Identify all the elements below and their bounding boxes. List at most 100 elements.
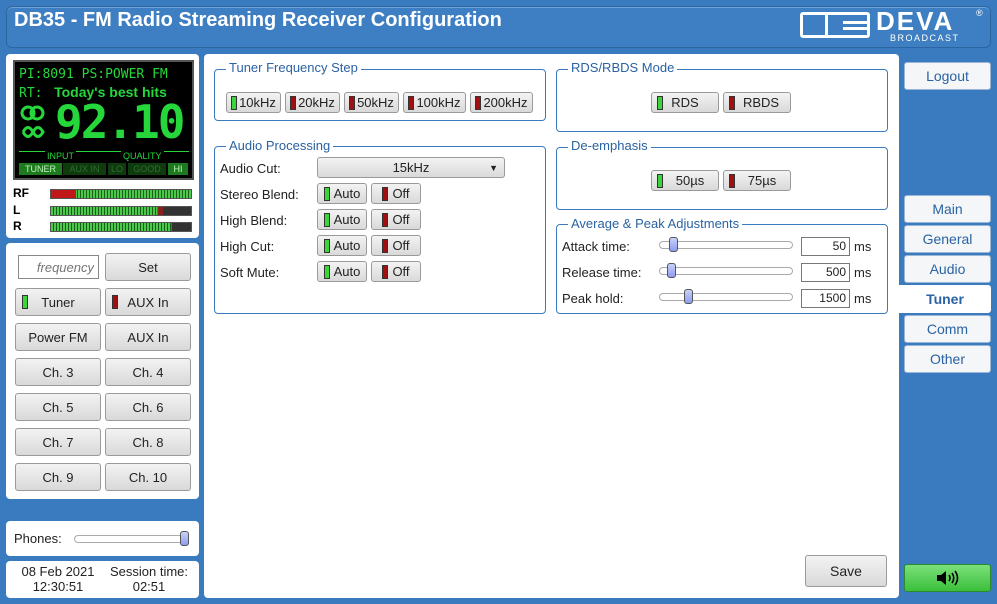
step-200khz-button[interactable]: 200kHz	[470, 92, 533, 113]
deemph-75us-button[interactable]: 75µs	[723, 170, 791, 191]
step-label: 20kHz	[298, 95, 335, 110]
logo-subtext: BROADCAST	[890, 33, 960, 43]
phones-slider-thumb[interactable]	[180, 531, 189, 546]
input-aux-indicator: AUX IN	[63, 163, 106, 175]
deemph-label: 50µs	[675, 173, 705, 188]
tuner-led-icon	[22, 295, 28, 309]
auto-label: Auto	[333, 238, 361, 253]
deemphasis-legend: De-emphasis	[568, 138, 651, 153]
step-50khz-button[interactable]: 50kHz	[344, 92, 399, 113]
high-cut-off-button[interactable]: Off	[371, 235, 421, 256]
preset-button[interactable]: Power FM	[15, 323, 101, 351]
logo-registered: ®	[976, 8, 983, 18]
tab-audio[interactable]: Audio	[904, 255, 991, 283]
release-time-label: Release time:	[562, 265, 642, 280]
stereo-blend-auto-button[interactable]: Auto	[317, 183, 367, 204]
avg-peak-legend: Average & Peak Adjustments	[568, 216, 743, 231]
phones-label: Phones:	[14, 531, 62, 546]
rbds-button[interactable]: RBDS	[723, 92, 791, 113]
preset-button[interactable]: Ch. 4	[105, 358, 191, 386]
frequency-readout: 92.10	[55, 95, 185, 149]
tuner-step-legend: Tuner Frequency Step	[226, 60, 361, 75]
frequency-input[interactable]	[18, 255, 99, 279]
led-off-icon	[475, 95, 482, 110]
audio-listen-button[interactable]	[904, 564, 991, 592]
led-off-icon	[382, 186, 389, 201]
led-off-icon	[382, 212, 389, 227]
deemphasis-group	[556, 147, 888, 210]
set-frequency-button[interactable]: Set	[105, 253, 191, 281]
audio-processing-legend: Audio Processing	[226, 138, 334, 153]
high-blend-auto-button[interactable]: Auto	[317, 209, 367, 230]
preset-button[interactable]: Ch. 8	[105, 428, 191, 456]
rf-label: RF	[13, 186, 29, 200]
session-value: 02:51	[132, 579, 166, 594]
peak-hold-slider[interactable]	[659, 293, 793, 301]
step-20khz-button[interactable]: 20kHz	[285, 92, 340, 113]
attack-time-field[interactable]: 50	[801, 237, 850, 256]
save-button[interactable]: Save	[805, 555, 887, 587]
soft-mute-auto-button[interactable]: Auto	[317, 261, 367, 282]
release-time-field[interactable]: 500	[801, 263, 850, 282]
r-label: R	[13, 219, 22, 233]
step-10khz-button[interactable]: 10kHz	[226, 92, 281, 113]
rt-label: RT:	[19, 86, 43, 101]
stereo-blend-off-button[interactable]: Off	[371, 183, 421, 204]
preset-button[interactable]: Ch. 9	[15, 463, 101, 491]
step-100khz-button[interactable]: 100kHz	[403, 92, 466, 113]
led-on-icon	[657, 173, 663, 188]
radio-display: PI:8091 PS:POWER FM RT: Today's best hit…	[13, 60, 194, 180]
preset-button[interactable]: Ch. 3	[15, 358, 101, 386]
deemph-50us-button[interactable]: 50µs	[651, 170, 719, 191]
ms-unit: ms	[854, 239, 872, 254]
rds-mode-group	[556, 69, 888, 132]
step-label: 200kHz	[483, 95, 528, 110]
ps-label: PS:	[81, 67, 106, 82]
tab-general[interactable]: General	[904, 225, 991, 253]
preset-button[interactable]: Ch. 5	[15, 393, 101, 421]
peak-hold-label: Peak hold:	[562, 291, 624, 306]
aux-input-label: AUX In	[127, 294, 169, 310]
peak-hold-slider-thumb[interactable]	[684, 289, 693, 304]
rf-meter	[50, 189, 192, 199]
logout-button[interactable]: Logout	[904, 62, 991, 90]
tab-tuner[interactable]: Tuner	[899, 285, 991, 313]
tab-other[interactable]: Other	[904, 345, 991, 373]
phones-volume-slider[interactable]	[74, 535, 189, 543]
preset-button[interactable]: Ch. 6	[105, 393, 191, 421]
tab-main[interactable]: Main	[904, 195, 991, 223]
deva-logo-icon	[800, 12, 870, 38]
rds-button[interactable]: RDS	[651, 92, 719, 113]
step-label: 50kHz	[357, 95, 394, 110]
audio-cut-label: Audio Cut:	[220, 161, 281, 176]
peak-hold-field[interactable]: 1500	[801, 289, 850, 308]
speaker-icon	[936, 570, 958, 586]
soft-mute-off-button[interactable]: Off	[371, 261, 421, 282]
date-time: 08 Feb 2021 12:30:51	[14, 564, 102, 594]
attack-time-slider[interactable]	[659, 241, 793, 249]
high-blend-off-button[interactable]: Off	[371, 209, 421, 230]
auto-label: Auto	[333, 186, 361, 201]
auto-label: Auto	[333, 264, 361, 279]
preset-button[interactable]: Ch. 7	[15, 428, 101, 456]
preset-button[interactable]: AUX In	[105, 323, 191, 351]
session-label: Session time:	[109, 564, 189, 579]
aux-input-button[interactable]: AUX In	[105, 288, 191, 316]
ps-value: POWER FM	[105, 67, 168, 82]
release-slider-thumb[interactable]	[667, 263, 676, 278]
tuner-input-button[interactable]: Tuner	[15, 288, 101, 316]
tab-comm[interactable]: Comm	[904, 315, 991, 343]
release-time-slider[interactable]	[659, 267, 793, 275]
led-off-icon	[408, 95, 415, 110]
rbds-label: RBDS	[742, 95, 780, 110]
attack-slider-thumb[interactable]	[669, 237, 678, 252]
quality-hi-indicator: HI	[168, 163, 188, 175]
preset-button[interactable]: Ch. 10	[105, 463, 191, 491]
page-title: DB35 - FM Radio Streaming Receiver Confi…	[14, 9, 502, 31]
pi-label: PI:	[19, 67, 43, 82]
led-off-icon	[382, 264, 389, 279]
pi-ps-line: PI:8091 PS:POWER FM	[19, 67, 168, 82]
input-label: INPUT	[45, 151, 76, 161]
high-cut-auto-button[interactable]: Auto	[317, 235, 367, 256]
audio-cut-select[interactable]: 15kHz ▼	[317, 157, 505, 178]
